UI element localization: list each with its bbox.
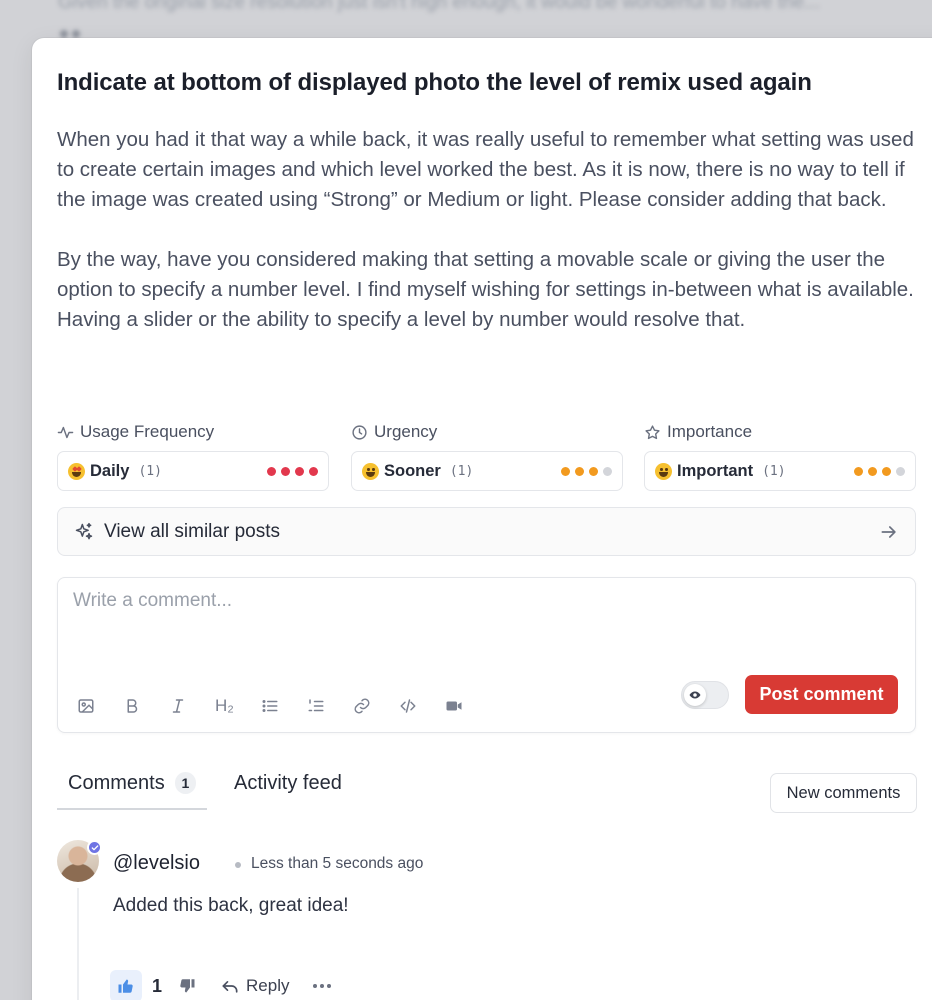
metric-value-box[interactable]: Important (1) — [644, 451, 916, 491]
separator-dot — [235, 862, 241, 868]
video-icon — [446, 701, 462, 711]
level-dot — [854, 466, 863, 476]
visibility-toggle[interactable] — [681, 681, 729, 709]
tab-label: Comments — [68, 772, 165, 794]
smiley-emoji — [655, 462, 672, 480]
reply-icon — [222, 981, 238, 993]
more-options-icon[interactable] — [313, 984, 332, 988]
metric-count: (1) — [449, 463, 474, 479]
level-dot — [589, 466, 598, 476]
bullet-list-button[interactable] — [259, 694, 305, 718]
numbered-list-icon — [308, 699, 324, 712]
metric-urgency: Urgency Sooner (1) — [351, 421, 623, 491]
editor-toolbar: H₂ — [75, 694, 489, 718]
metric-header: Usage Frequency — [57, 421, 329, 443]
level-dot — [603, 466, 612, 476]
sparkles-icon — [75, 522, 93, 539]
verified-badge-icon — [87, 840, 102, 855]
backdrop-text: Given the original size resolution just … — [58, 0, 820, 13]
heading-icon: H₂ — [215, 696, 234, 715]
post-comment-button[interactable]: Post comment — [745, 675, 898, 714]
star-icon — [645, 424, 660, 439]
bold-button[interactable] — [121, 694, 167, 718]
metric-header: Importance — [644, 421, 916, 443]
post-paragraph: By the way, have you considered making t… — [57, 248, 914, 331]
thumbs-down-icon — [180, 979, 195, 993]
comment-tabs: Comments 1 Activity feed — [57, 772, 342, 810]
arrow-right-icon — [881, 525, 896, 538]
level-dot — [868, 466, 877, 476]
bullet-list-icon — [262, 700, 278, 712]
italic-button[interactable] — [167, 694, 213, 718]
like-count: 1 — [152, 975, 163, 996]
link-icon — [354, 698, 370, 714]
metric-value: Important — [677, 461, 754, 480]
level-dot — [882, 466, 891, 476]
level-dots — [267, 466, 318, 476]
metric-label: Urgency — [374, 422, 438, 441]
metric-count: (1) — [138, 463, 162, 479]
toggle-knob — [684, 684, 706, 706]
dislike-button[interactable] — [178, 977, 196, 995]
metric-value-box[interactable]: Daily (1) — [57, 451, 329, 491]
video-button[interactable] — [443, 694, 489, 718]
level-dot — [309, 466, 318, 476]
comment-text: Added this back, great idea! — [113, 895, 349, 916]
thread-line — [77, 888, 79, 1000]
post-body: When you had it that way a while back, i… — [57, 125, 917, 365]
reply-label: Reply — [246, 976, 290, 995]
metric-importance: Importance Important (1) — [644, 421, 916, 491]
star-struck-emoji — [68, 462, 85, 480]
reply-button[interactable]: Reply — [220, 976, 289, 996]
post-paragraph: When you had it that way a while back, i… — [57, 128, 914, 211]
thumbs-up-icon — [118, 979, 133, 993]
level-dots — [561, 466, 612, 476]
italic-icon — [172, 699, 184, 713]
metric-value: Sooner — [384, 461, 441, 480]
heading-button[interactable]: H₂ — [213, 694, 259, 718]
comment-timestamp: Less than 5 seconds ago — [251, 855, 424, 872]
comment-author[interactable]: @levelsio — [113, 852, 200, 875]
level-dot — [575, 466, 584, 476]
like-button[interactable] — [110, 970, 142, 1000]
eye-icon — [689, 691, 701, 699]
new-comments-button[interactable]: New comments — [770, 773, 917, 813]
clock-icon — [352, 424, 367, 440]
comment-actions: 1 Reply — [110, 970, 332, 1000]
comment-input[interactable] — [73, 590, 893, 650]
metric-count: (1) — [762, 463, 786, 479]
metric-label: Usage Frequency — [80, 422, 215, 441]
metric-usage-frequency: Usage Frequency Daily (1) — [57, 421, 329, 491]
post-title: Indicate at bottom of displayed photo th… — [57, 69, 812, 96]
post-panel: Indicate at bottom of displayed photo th… — [32, 38, 932, 1000]
numbered-list-button[interactable] — [305, 694, 351, 718]
tab-activity-feed[interactable]: Activity feed — [223, 772, 342, 810]
level-dot — [267, 466, 276, 476]
link-button[interactable] — [351, 694, 397, 718]
level-dot — [295, 466, 304, 476]
metric-value-box[interactable]: Sooner (1) — [351, 451, 623, 491]
comments-count-badge: 1 — [174, 772, 196, 794]
backdrop-icon — [60, 30, 80, 38]
bold-icon — [127, 699, 138, 713]
view-similar-posts-button[interactable]: View all similar posts — [57, 507, 916, 556]
level-dots — [854, 466, 905, 476]
tab-label: Activity feed — [234, 772, 342, 794]
level-dot — [561, 466, 570, 476]
smiley-emoji — [362, 462, 379, 480]
level-dot — [281, 466, 290, 476]
level-dot — [896, 466, 905, 476]
metric-value: Daily — [90, 461, 130, 480]
tab-comments[interactable]: Comments 1 — [57, 772, 207, 810]
image-button[interactable] — [75, 694, 121, 718]
comment-editor: H₂ Post comment — [57, 577, 916, 733]
metric-header: Urgency — [351, 421, 623, 443]
activity-icon — [57, 426, 74, 438]
metric-label: Importance — [667, 422, 753, 441]
code-icon — [400, 699, 416, 713]
image-icon — [78, 699, 94, 713]
similar-posts-label: View all similar posts — [104, 520, 280, 542]
code-button[interactable] — [397, 694, 443, 718]
